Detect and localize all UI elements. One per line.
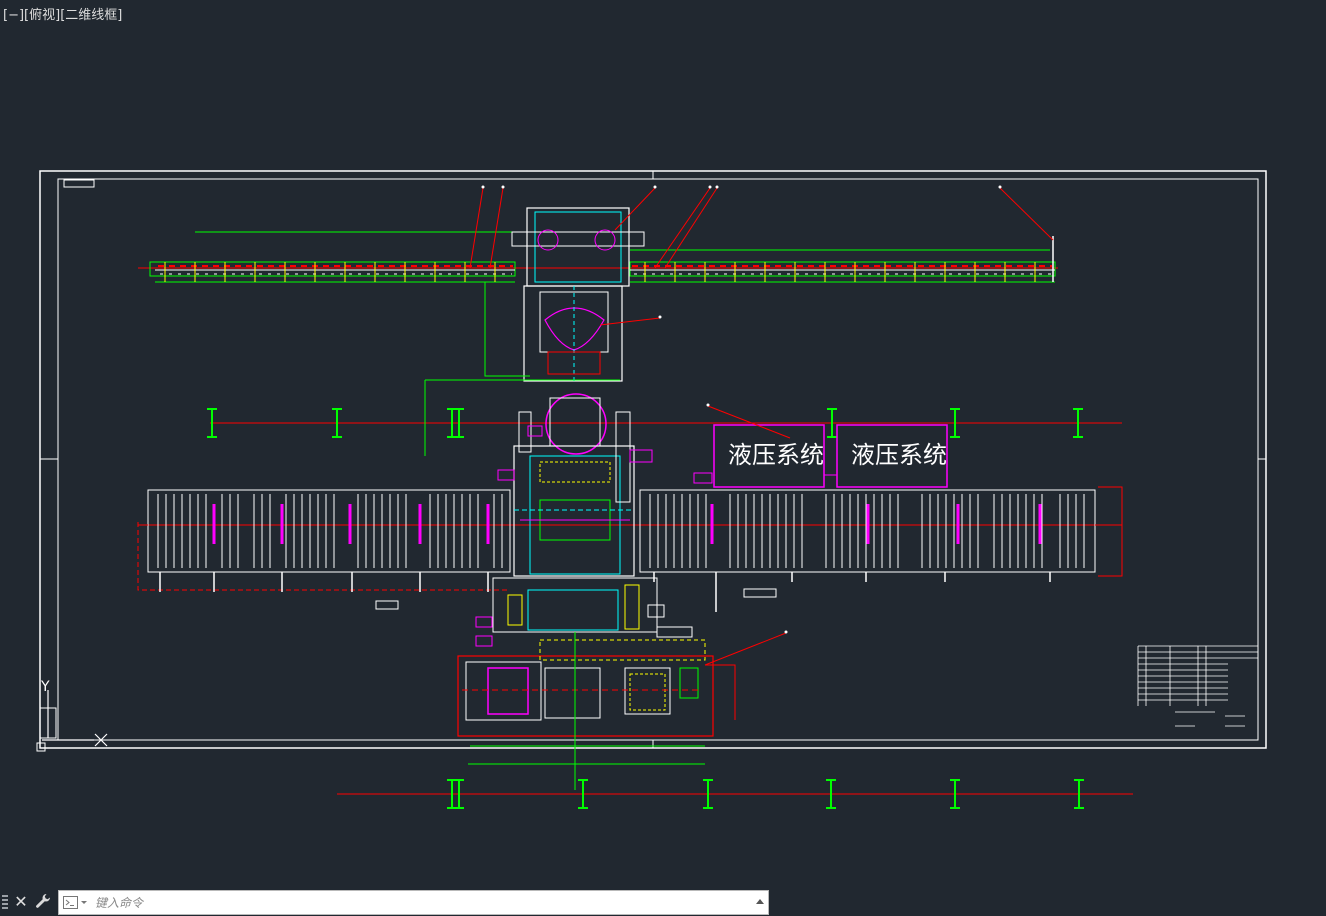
ucs-y-label: Y	[40, 679, 50, 695]
hydraulic-label-2: 液压系统	[851, 441, 947, 469]
command-bar: ✕	[0, 889, 770, 916]
drawing-canvas[interactable]: 液压系统 液压系统 Y	[0, 0, 1326, 888]
title-block	[1137, 645, 1258, 727]
leader-lines	[469, 187, 1054, 666]
command-prompt-icon[interactable]	[63, 896, 89, 910]
hydraulic-system-1: 液压系统	[713, 424, 825, 488]
outer-frame	[39, 170, 1267, 749]
wrench-icon[interactable]	[34, 892, 52, 912]
title-tag	[63, 179, 95, 188]
hydraulic-label-1: 液压系统	[728, 441, 824, 469]
hydraulic-system-2: 液压系统	[836, 424, 948, 488]
centerlines	[138, 267, 1133, 795]
upper-roller-conveyor	[149, 231, 1056, 283]
frame-tick-marks	[40, 171, 1266, 748]
leader-dots	[481, 185, 1002, 634]
command-input-box[interactable]	[58, 890, 769, 915]
drive-assembly	[457, 577, 736, 790]
command-bar-grip[interactable]	[2, 895, 8, 911]
rotary-frame	[549, 397, 601, 447]
close-icon[interactable]: ✕	[12, 892, 30, 912]
lower-roller-tables	[137, 486, 1123, 612]
command-input[interactable]	[95, 892, 745, 913]
rotary-table	[545, 393, 607, 455]
command-history-arrow[interactable]	[756, 899, 764, 904]
mill-stand	[497, 411, 653, 577]
central-stand-upper	[424, 207, 645, 456]
tag-boxes	[475, 425, 713, 647]
